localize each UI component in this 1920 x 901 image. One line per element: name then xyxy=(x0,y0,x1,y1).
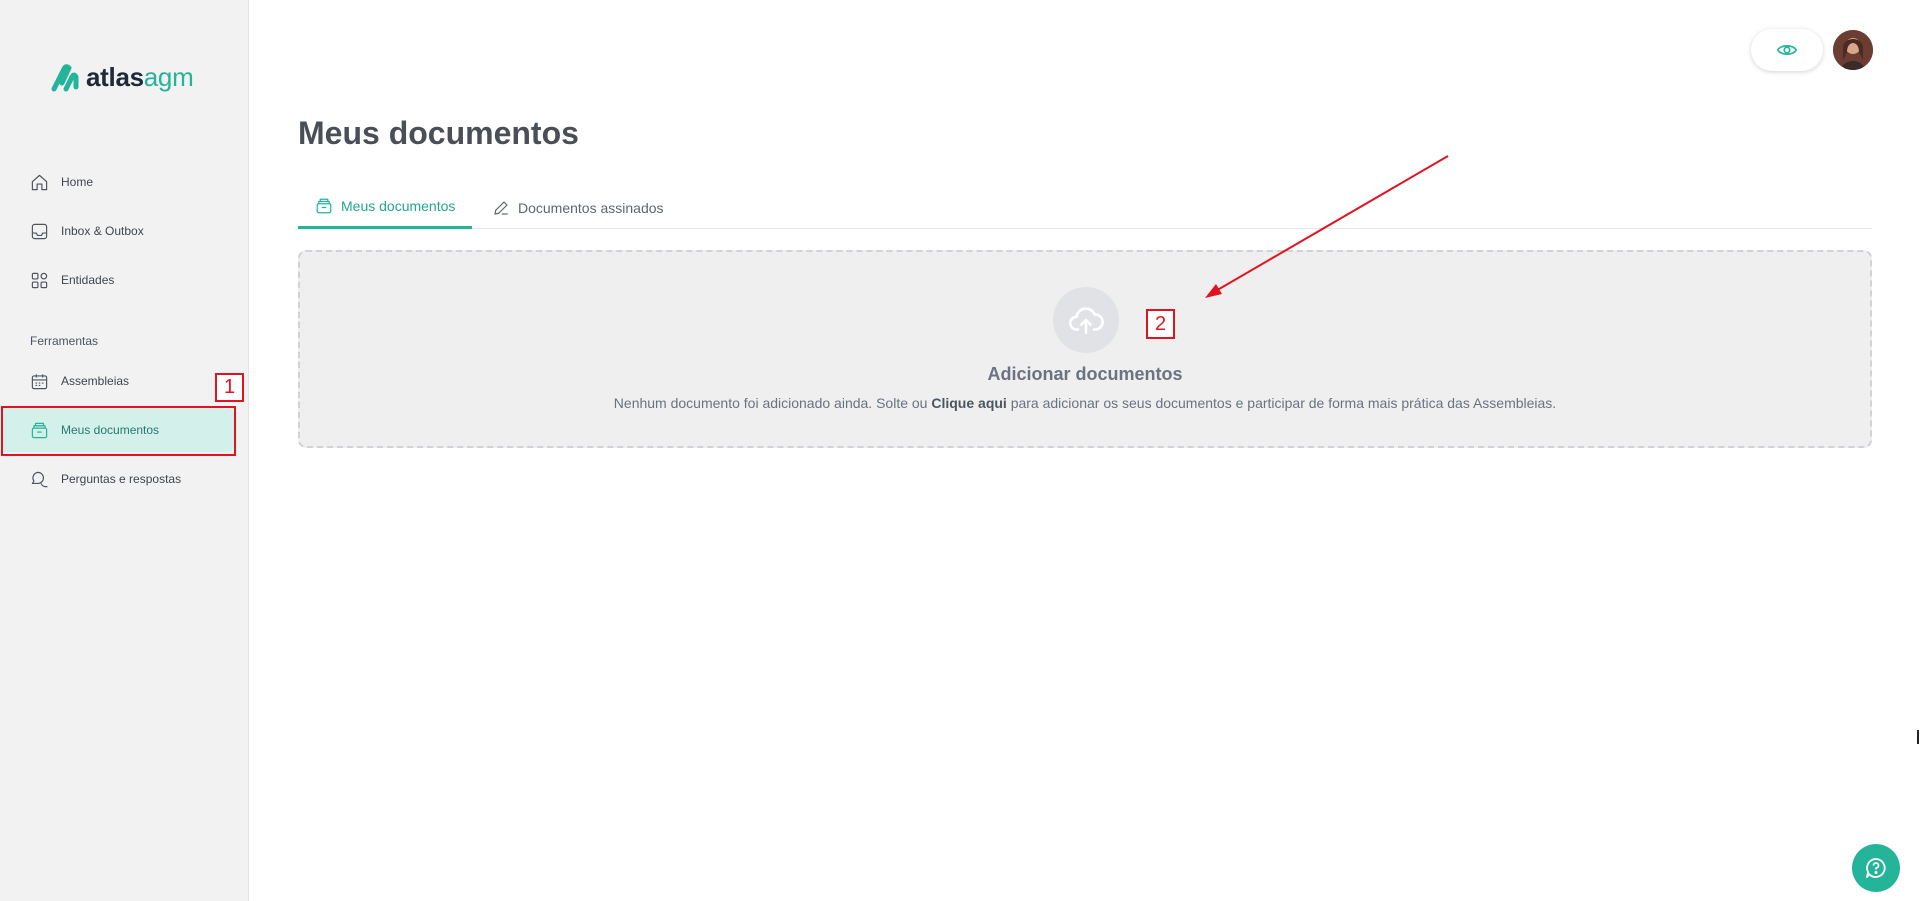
tabs-bar: Meus documentos Documentos assinados xyxy=(298,186,1872,229)
logo-text: atlasagm xyxy=(86,62,194,92)
annotation-label-2: 2 xyxy=(1146,309,1175,339)
logo-mark-icon xyxy=(51,63,79,91)
tab-documentos-assinados[interactable]: Documentos assinados xyxy=(475,186,681,229)
sidebar-item-assembleias[interactable]: Assembleias xyxy=(0,359,234,403)
sidebar-item-label: Home xyxy=(61,175,94,189)
sidebar-item-perguntas[interactable]: Perguntas e respostas xyxy=(0,457,234,501)
sidebar-item-home[interactable]: Home xyxy=(0,160,234,204)
sidebar-item-label: Entidades xyxy=(61,273,115,287)
section-label-ferramentas: Ferramentas xyxy=(30,334,99,348)
dropzone-title: Adicionar documentos xyxy=(987,364,1183,384)
chat-icon xyxy=(31,471,48,487)
dropzone-click-link[interactable]: Clique aqui xyxy=(931,395,1006,411)
pen-icon xyxy=(494,200,508,215)
sidebar-item-label: Inbox & Outbox xyxy=(61,224,144,238)
tab-label: Meus documentos xyxy=(341,198,456,214)
dropzone-description: Nenhum documento foi adicionado ainda. S… xyxy=(300,395,1870,411)
sidebar-item-label: Assembleias xyxy=(61,374,130,388)
upload-cloud-icon xyxy=(1068,307,1104,334)
eye-icon xyxy=(1776,45,1798,55)
entities-icon xyxy=(31,272,48,288)
atlasagm-logo[interactable]: atlasagm xyxy=(50,62,194,93)
preview-toggle-button[interactable] xyxy=(1751,29,1823,71)
inbox-icon xyxy=(31,223,48,239)
documents-icon xyxy=(316,198,332,214)
dropzone-desc-text-end: para adicionar os seus documentos e part… xyxy=(1006,395,1557,411)
help-chat-icon xyxy=(1866,858,1886,878)
sidebar-item-entidades[interactable]: Entidades xyxy=(0,258,234,302)
avatar-image xyxy=(1833,30,1873,70)
text-cursor xyxy=(1917,730,1919,744)
help-chat-button[interactable] xyxy=(1852,844,1900,892)
annotation-label-1: 1 xyxy=(215,373,244,402)
annotation-arrow xyxy=(1205,155,1449,298)
document-dropzone[interactable]: Adicionar documentos Nenhum documento fo… xyxy=(298,250,1872,448)
sidebar-item-inbox[interactable]: Inbox & Outbox xyxy=(0,209,234,253)
tab-meus-documentos[interactable]: Meus documentos xyxy=(298,186,473,229)
user-avatar[interactable] xyxy=(1833,30,1873,70)
home-icon xyxy=(31,174,48,190)
annotation-box-1 xyxy=(1,406,236,456)
page-title: Meus documentos xyxy=(298,115,579,151)
upload-icon-circle xyxy=(1053,287,1119,353)
sidebar-item-label: Perguntas e respostas xyxy=(61,472,182,486)
dropzone-desc-text: Nenhum documento foi adicionado ainda. S… xyxy=(613,395,932,411)
calendar-icon xyxy=(31,373,48,389)
tab-label: Documentos assinados xyxy=(518,199,664,216)
